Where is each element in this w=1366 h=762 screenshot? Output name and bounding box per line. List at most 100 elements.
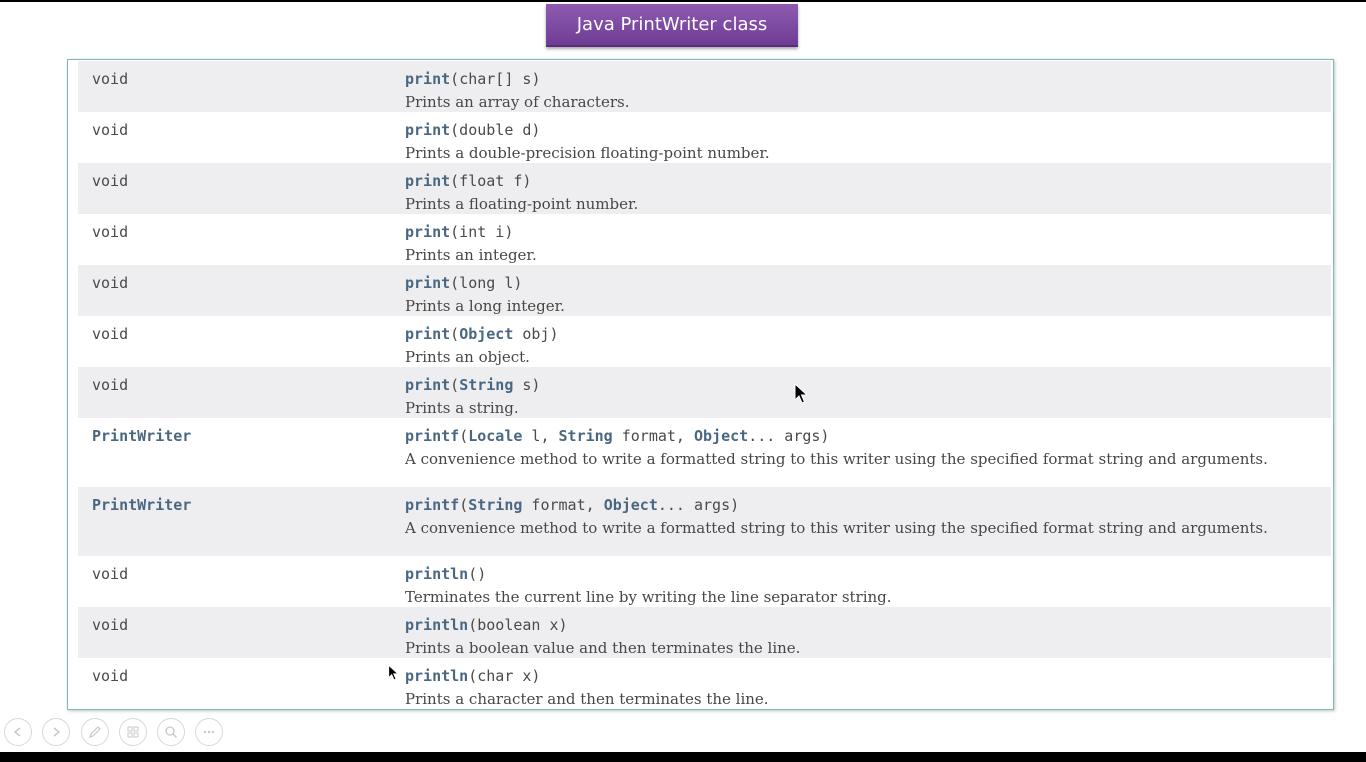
method-signature: printf(String format, Object... args)	[405, 496, 739, 514]
method-row: void print(String s) Prints a string.	[78, 367, 1331, 418]
method-row: void print(Object obj) Prints an object.	[78, 316, 1331, 367]
method-signature: print(char[] s)	[405, 70, 540, 88]
method-name-link[interactable]: print	[405, 223, 450, 241]
method-row: void print(double d) Prints a double-preci…	[78, 112, 1331, 163]
return-type: void	[92, 376, 129, 394]
method-signature: print(double d)	[405, 121, 540, 139]
param-text: (	[450, 70, 460, 88]
param-text: )	[531, 70, 541, 88]
param-text: obj)	[513, 325, 559, 343]
method-description: Prints an integer.	[405, 246, 537, 264]
return-type: void	[92, 616, 129, 634]
method-row: PrintWriter printf(Locale l, String forma…	[78, 418, 1331, 487]
param-text: (float f)	[450, 172, 532, 190]
return-type-link[interactable]: PrintWriter	[92, 427, 191, 445]
method-description: Prints a floating-point number.	[405, 195, 639, 213]
previous-slide-icon[interactable]	[4, 718, 32, 746]
method-description: Prints a string.	[405, 399, 519, 417]
return-type: void	[92, 70, 129, 88]
more-options-icon[interactable]	[195, 718, 223, 746]
return-type: void	[92, 565, 129, 583]
method-row: void println() Terminates the current line…	[78, 556, 1331, 607]
method-summary-panel: void print(char[] s) Prints an array of ch…	[67, 59, 1334, 710]
param-type-link[interactable]: String	[459, 376, 513, 394]
method-name-link[interactable]: println	[405, 616, 468, 634]
param-text: format,	[522, 496, 604, 514]
method-summary-table: void print(char[] s) Prints an array of ch…	[78, 61, 1331, 709]
return-type-link[interactable]: PrintWriter	[92, 496, 191, 514]
param-text: format,	[612, 427, 694, 445]
method-name-link[interactable]: print	[405, 121, 450, 139]
method-name-link[interactable]: print	[405, 325, 450, 343]
method-name-link[interactable]: print	[405, 274, 450, 292]
return-type: void	[92, 121, 129, 139]
method-name-link[interactable]: printf	[405, 427, 459, 445]
method-signature: println(boolean x)	[405, 616, 568, 634]
param-text: (	[459, 427, 469, 445]
param-text: (boolean x)	[468, 616, 568, 634]
param-text: ... args)	[748, 427, 830, 445]
param-type-link[interactable]: Object	[459, 325, 513, 343]
method-signature: print(String s)	[405, 376, 540, 394]
param-type-link[interactable]: Object	[604, 496, 658, 514]
method-description: Terminates the current line by writing t…	[405, 588, 892, 606]
method-description: Prints a long integer.	[405, 297, 565, 315]
mouse-pointer-icon	[794, 383, 809, 404]
method-row: void print(long l) Prints a long integer.	[78, 265, 1331, 316]
bottom-edge	[0, 752, 1366, 762]
pen-icon[interactable]	[81, 718, 109, 746]
method-description: A convenience method to write a formatte…	[405, 450, 1268, 468]
method-description: A convenience method to write a formatte…	[405, 519, 1268, 537]
zoom-icon[interactable]	[157, 718, 185, 746]
method-name-link[interactable]: println	[405, 565, 468, 583]
param-type-link[interactable]: Object	[694, 427, 748, 445]
method-description: Prints a boolean value and then terminat…	[405, 639, 801, 657]
return-type: void	[92, 172, 129, 190]
param-text: (	[459, 496, 469, 514]
param-text: s)	[513, 376, 541, 394]
param-text: (	[450, 376, 460, 394]
method-name-link[interactable]: println	[405, 667, 468, 685]
method-signature: print(long l)	[405, 274, 522, 292]
return-type: void	[92, 274, 129, 292]
method-name-link[interactable]: printf	[405, 496, 459, 514]
mouse-pointer-icon-secondary	[388, 664, 399, 681]
slide-title: Java PrintWriter class	[546, 4, 798, 47]
method-description: Prints an object.	[405, 348, 530, 366]
method-signature: printf(Locale l, String format, Object..…	[405, 427, 829, 445]
method-row: void print(int i) Prints an integer.	[78, 214, 1331, 265]
method-signature: print(int i)	[405, 223, 513, 241]
next-slide-icon[interactable]	[42, 718, 70, 746]
param-text: l,	[522, 427, 559, 445]
method-row: void print(float f) Prints a floating-poin…	[78, 163, 1331, 214]
param-text: (long l)	[450, 274, 523, 292]
slides-grid-icon[interactable]	[119, 718, 147, 746]
return-type: void	[92, 223, 129, 241]
param-text: char[] s	[459, 70, 532, 88]
method-row: void print(char[] s) Prints an array of ch…	[78, 61, 1331, 112]
method-name-link[interactable]: print	[405, 172, 450, 190]
method-name-link[interactable]: print	[405, 70, 450, 88]
param-text: (char x)	[468, 667, 541, 685]
param-type-link[interactable]: String	[468, 496, 522, 514]
method-row: void println(boolean x) Prints a boolean v…	[78, 607, 1331, 658]
param-type-link[interactable]: String	[559, 427, 613, 445]
top-edge	[0, 0, 1366, 2]
method-description: Prints a double-precision floating-point…	[405, 144, 770, 162]
method-signature: println(char x)	[405, 667, 540, 685]
method-signature: println()	[405, 565, 486, 583]
param-text: (int i)	[450, 223, 514, 241]
param-text: ... args)	[657, 496, 740, 514]
method-signature: print(float f)	[405, 172, 531, 190]
method-description: Prints a character and then terminates t…	[405, 690, 769, 708]
method-description: Prints an array of characters.	[405, 93, 630, 111]
param-text: (double d)	[450, 121, 541, 139]
method-row: void println(char x) Prints a character an…	[78, 658, 1331, 709]
param-text: ()	[468, 565, 487, 583]
param-text: (	[450, 325, 460, 343]
param-type-link[interactable]: Locale	[468, 427, 522, 445]
return-type: void	[92, 325, 129, 343]
return-type: void	[92, 667, 129, 685]
method-name-link[interactable]: print	[405, 376, 450, 394]
method-row: PrintWriter printf(String format, Object.…	[78, 487, 1331, 556]
